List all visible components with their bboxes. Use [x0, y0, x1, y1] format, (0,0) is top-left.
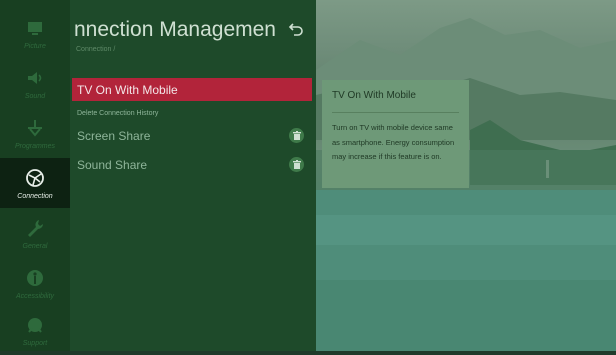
sidebar-item-label: Picture	[24, 42, 46, 50]
divider	[332, 112, 459, 113]
menu-item-label: TV On With Mobile	[77, 82, 178, 97]
sidebar-item-programmes[interactable]: Programmes	[0, 108, 70, 158]
accessibility-icon	[27, 269, 43, 286]
breadcrumb: Connection /	[76, 46, 116, 53]
sidebar-item-label: Connection	[17, 192, 53, 200]
sidebar-item-accessibility[interactable]: Accessibility	[0, 258, 70, 308]
menu-item-delete-connection-history[interactable]: Delete Connection History	[72, 106, 312, 120]
page-title: nnection Managemen	[74, 18, 276, 41]
trash-icon[interactable]	[289, 157, 304, 172]
wrench-icon	[28, 219, 43, 237]
connection-management-panel: nnection Managemen Connection / TV On Wi…	[70, 0, 316, 351]
connection-icon	[26, 168, 44, 187]
sidebar-item-general[interactable]: General	[0, 208, 70, 258]
menu-item-sound-share[interactable]: Sound Share	[72, 153, 312, 176]
menu-item-label: Screen Share	[77, 128, 151, 143]
sidebar-item-label: Sound	[24, 92, 46, 100]
menu-item-label: Delete Connection History	[77, 109, 159, 117]
sidebar-item-picture[interactable]: Picture	[0, 8, 70, 58]
sidebar-item-label: Support	[22, 339, 48, 347]
picture-icon	[28, 21, 42, 35]
settings-sidebar: Picture Sound Programmes Connection Gene…	[0, 0, 70, 351]
sidebar-item-label: Accessibility	[15, 292, 55, 300]
sidebar-item-support[interactable]: Support	[0, 305, 70, 355]
sidebar-item-sound[interactable]: Sound	[0, 58, 70, 108]
help-tooltip: TV On With Mobile Turn on TV with mobile…	[322, 80, 469, 188]
menu-item-label: Sound Share	[77, 157, 148, 172]
tooltip-title: TV On With Mobile	[332, 90, 416, 101]
speaker-icon	[28, 71, 42, 84]
sidebar-item-connection[interactable]: Connection	[0, 158, 70, 208]
antenna-icon	[28, 119, 42, 137]
menu-item-tv-on-with-mobile[interactable]: TV On With Mobile	[72, 78, 312, 101]
sidebar-item-label: Programmes	[14, 142, 56, 150]
back-icon[interactable]	[288, 21, 304, 37]
menu-item-screen-share[interactable]: Screen Share	[72, 124, 312, 147]
trash-icon[interactable]	[289, 128, 304, 143]
sidebar-item-label: General	[22, 242, 48, 250]
tooltip-body: Turn on TV with mobile device same as sm…	[332, 123, 455, 161]
support-icon	[28, 317, 42, 333]
